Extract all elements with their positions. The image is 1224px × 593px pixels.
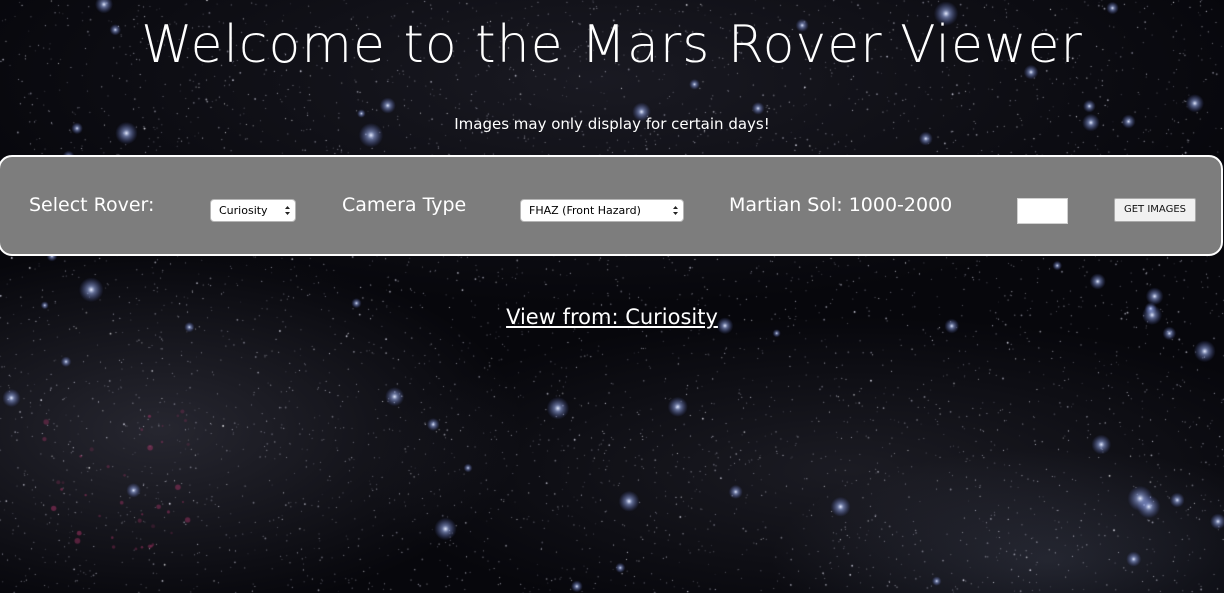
camera-type-label: Camera Type	[342, 194, 467, 216]
martian-sol-label: Martian Sol: 1000-2000	[729, 194, 953, 216]
view-from-link[interactable]: View from: Curiosity	[506, 305, 718, 329]
rover-label: Select Rover:	[29, 194, 155, 216]
get-images-button[interactable]: GET IMAGES	[1114, 198, 1196, 222]
camera-select-value: FHAZ (Front Hazard)	[529, 204, 641, 217]
controls-panel: Select Rover: Curiosity Camera Type FHAZ…	[0, 155, 1223, 256]
subtitle-note: Images may only display for certain days…	[454, 115, 770, 133]
camera-select[interactable]: FHAZ (Front Hazard)	[520, 199, 684, 222]
starfield-background	[0, 0, 1224, 593]
rover-select-value: Curiosity	[219, 204, 268, 217]
select-arrows-icon	[285, 206, 290, 215]
view-heading: View from: Curiosity	[0, 303, 1224, 331]
rover-select[interactable]: Curiosity	[210, 199, 296, 222]
page-title: Welcome to the Mars Rover Viewer	[141, 15, 1083, 75]
sol-input[interactable]	[1017, 198, 1068, 224]
select-arrows-icon	[673, 206, 678, 215]
